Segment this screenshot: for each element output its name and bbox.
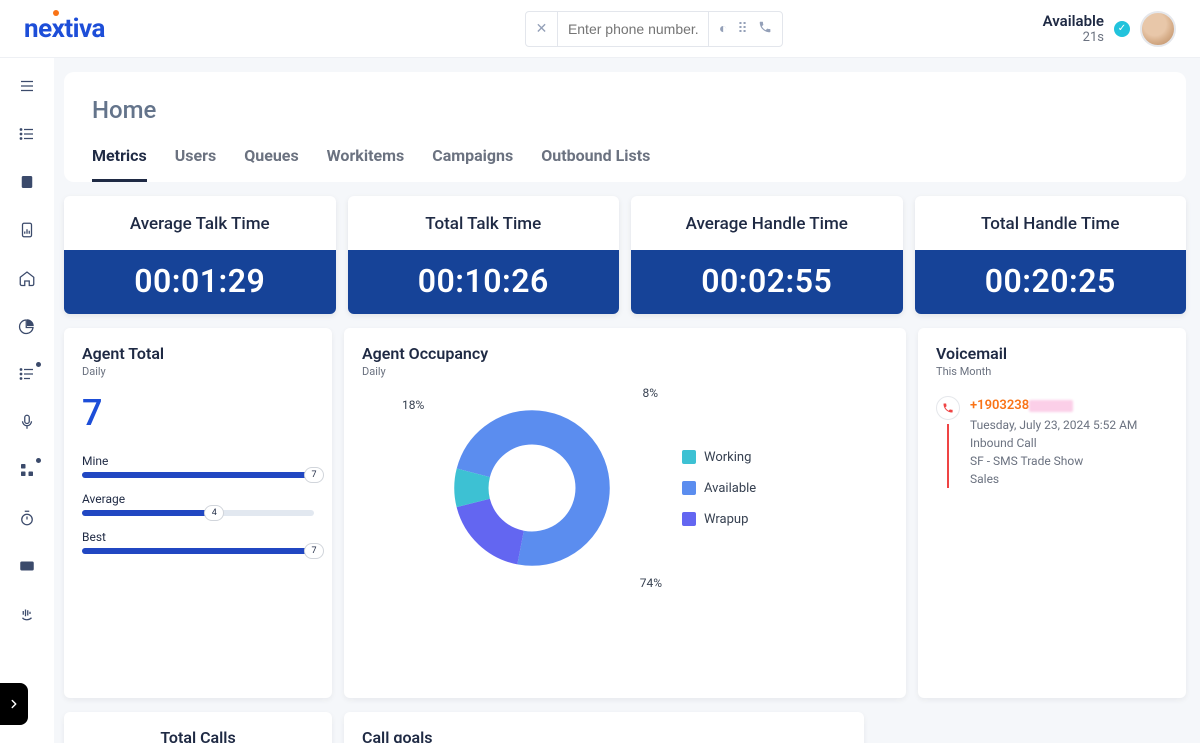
metric-title: Total Talk Time xyxy=(348,196,620,250)
status-label: Available xyxy=(1043,12,1104,30)
vm-line1: SF - SMS Trade Show xyxy=(970,452,1137,470)
donut-label-available: 74% xyxy=(640,576,662,590)
call-goals-title: Call goals xyxy=(362,728,846,743)
timer-icon[interactable] xyxy=(17,508,37,528)
chart-pie-icon[interactable] xyxy=(17,316,37,336)
metric-card-avg-talk: Average Talk Time 00:01:29 xyxy=(64,196,336,314)
list-settings-icon[interactable] xyxy=(17,364,37,384)
legend-wrapup: Wrapup xyxy=(682,512,756,527)
metric-card-avg-handle: Average Handle Time 00:02:55 xyxy=(631,196,903,314)
status-time: 21s xyxy=(1043,30,1104,46)
logo-post: tiva xyxy=(64,14,105,44)
occupancy-title: Agent Occupancy xyxy=(362,344,888,363)
call-icon[interactable] xyxy=(758,20,772,38)
dialpad-icon[interactable]: ⠿ xyxy=(737,21,747,37)
list-icon[interactable] xyxy=(17,124,37,144)
metric-card-total-handle: Total Handle Time 00:20:25 xyxy=(915,196,1187,314)
logo-pre: ne xyxy=(24,14,52,44)
phone-entry: ✕ ◐ ⠿ xyxy=(525,11,783,47)
voicemail-item[interactable]: +1903238 Tuesday, July 23, 2024 5:52 AM … xyxy=(936,396,1168,488)
tab-workitems[interactable]: Workitems xyxy=(327,146,405,182)
phone-input[interactable] xyxy=(558,21,708,37)
tab-queues[interactable]: Queues xyxy=(244,146,298,182)
total-calls-card: Total Calls 9 xyxy=(64,712,332,743)
metric-title: Average Talk Time xyxy=(64,196,336,250)
metric-value: 00:10:26 xyxy=(348,250,620,314)
id-card-icon[interactable] xyxy=(17,556,37,576)
vm-line2: Sales xyxy=(970,470,1137,488)
inbound-call-icon xyxy=(936,396,960,420)
page-header: Home Metrics Users Queues Workitems Camp… xyxy=(64,72,1186,182)
agent-total-card: Agent Total Daily 7 Mine 7 Average 4 Bes… xyxy=(64,328,332,698)
wave-icon[interactable] xyxy=(17,604,37,624)
expand-sidebar-button[interactable] xyxy=(0,683,28,725)
agent-total-value: 7 xyxy=(82,392,314,434)
metric-value: 00:01:29 xyxy=(64,250,336,314)
agent-total-sub: Daily xyxy=(82,365,314,378)
voicemail-sub: This Month xyxy=(936,365,1168,378)
donut-legend: Working Available Wrapup xyxy=(682,450,756,527)
voicemail-card: Voicemail This Month +1903238 Tuesday, J… xyxy=(918,328,1186,698)
donut-chart: 8% 74% 18% xyxy=(422,388,642,588)
status-check-icon: ✓ xyxy=(1114,21,1130,37)
metric-row: Average Talk Time 00:01:29 Total Talk Ti… xyxy=(64,196,1186,314)
legend-available: Available xyxy=(682,481,756,496)
home-icon[interactable] xyxy=(17,268,37,288)
donut-label-wrapup: 18% xyxy=(402,398,424,412)
tab-metrics[interactable]: Metrics xyxy=(92,146,147,182)
clear-phone-icon[interactable]: ✕ xyxy=(526,12,558,46)
total-calls-title: Total Calls xyxy=(82,728,314,743)
metric-card-total-talk: Total Talk Time 00:10:26 xyxy=(348,196,620,314)
mic-icon[interactable] xyxy=(17,412,37,432)
agent-occupancy-card: Agent Occupancy Daily xyxy=(344,328,906,698)
avatar[interactable] xyxy=(1140,11,1176,47)
vm-phone: +1903238 xyxy=(970,398,1029,413)
pie-icon[interactable]: ◐ xyxy=(719,20,727,37)
legend-working: Working xyxy=(682,450,756,465)
tab-campaigns[interactable]: Campaigns xyxy=(432,146,513,182)
metric-value: 00:20:25 xyxy=(915,250,1187,314)
tab-users[interactable]: Users xyxy=(175,146,216,182)
vm-phone-redacted xyxy=(1029,400,1073,412)
page-title: Home xyxy=(92,96,1158,124)
logo-x: x xyxy=(52,14,65,44)
topbar: ne x tiva ✕ ◐ ⠿ Available 21s ✓ xyxy=(0,0,1200,58)
bar-mine: Mine 7 xyxy=(82,454,314,478)
status-block[interactable]: Available 21s ✓ xyxy=(1043,11,1176,47)
nodes-icon[interactable] xyxy=(17,460,37,480)
content: Home Metrics Users Queues Workitems Camp… xyxy=(54,58,1200,743)
agent-total-title: Agent Total xyxy=(82,344,314,363)
metric-title: Total Handle Time xyxy=(915,196,1187,250)
logo[interactable]: ne x tiva xyxy=(24,14,105,44)
call-goals-card: Call goals 100% 9 xyxy=(344,712,864,743)
donut-label-working: 8% xyxy=(642,386,658,400)
device-chart-icon[interactable] xyxy=(17,220,37,240)
tab-outbound-lists[interactable]: Outbound Lists xyxy=(541,146,650,182)
bar-average: Average 4 xyxy=(82,492,314,516)
voicemail-title: Voicemail xyxy=(936,344,1168,363)
vm-type: Inbound Call xyxy=(970,434,1137,452)
menu-icon[interactable] xyxy=(17,76,37,96)
contacts-icon[interactable] xyxy=(17,172,37,192)
sidebar xyxy=(0,58,54,743)
occupancy-sub: Daily xyxy=(362,365,888,378)
metric-value: 00:02:55 xyxy=(631,250,903,314)
tabs: Metrics Users Queues Workitems Campaigns… xyxy=(92,146,1158,182)
bar-best: Best 7 xyxy=(82,530,314,554)
vm-datetime: Tuesday, July 23, 2024 5:52 AM xyxy=(970,416,1137,434)
metric-title: Average Handle Time xyxy=(631,196,903,250)
